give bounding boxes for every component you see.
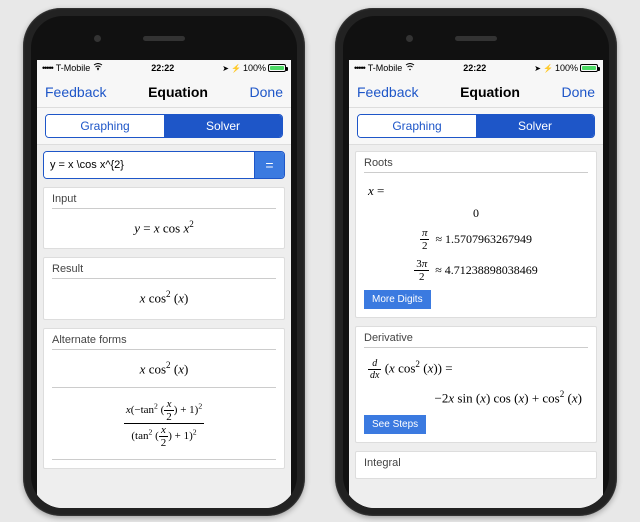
- card-roots: Roots x = 0 π2 ≈ 1.5707963267949 3π2 ≈ 4…: [355, 151, 597, 318]
- feedback-button[interactable]: Feedback: [357, 84, 418, 100]
- equation-input[interactable]: [44, 152, 254, 178]
- card-derivative: Derivative ddx (x cos2 (x)) = −2x sin (x…: [355, 326, 597, 442]
- evaluate-button[interactable]: =: [254, 152, 284, 178]
- section-title-integral: Integral: [364, 457, 588, 472]
- tab-solver[interactable]: Solver: [164, 115, 282, 137]
- derivative-rhs: −2x sin (x) cos (x) + cos2 (x): [364, 385, 588, 410]
- card-integral: Integral: [355, 451, 597, 479]
- math-input: y = x cos x2: [52, 215, 276, 240]
- location-icon: ➤: [222, 64, 229, 73]
- mode-segmented-control: Graphing Solver: [45, 114, 283, 138]
- mode-segmented-control: Graphing Solver: [357, 114, 595, 138]
- bluetooth-icon: ⚡: [543, 64, 553, 73]
- tab-graphing[interactable]: Graphing: [358, 115, 476, 137]
- wifi-icon: [405, 63, 415, 73]
- status-bar: ••••• T-Mobile 22:22 ➤ ⚡ 100%: [349, 60, 603, 76]
- section-title-alternate: Alternate forms: [52, 334, 276, 350]
- math-alt-2: x(−tan2 (x2) + 1)2 (tan2 (x2) + 1)2: [52, 394, 276, 453]
- math-alt-1: x cos2 (x): [52, 356, 276, 381]
- location-icon: ➤: [534, 64, 541, 73]
- roots-x-label: x =: [364, 179, 588, 203]
- bluetooth-icon: ⚡: [231, 64, 241, 73]
- card-result: Result x cos2 (x): [43, 257, 285, 319]
- phone-right: ••••• T-Mobile 22:22 ➤ ⚡ 100% Feedback E…: [335, 8, 617, 516]
- battery-icon: [268, 64, 286, 72]
- status-bar: ••••• T-Mobile 22:22 ➤ ⚡ 100%: [37, 60, 291, 76]
- wifi-icon: [93, 63, 103, 73]
- phone-left: ••••• T-Mobile 22:22 ➤ ⚡ 100% Feedback E…: [23, 8, 305, 516]
- nav-bar: Feedback Equation Done: [349, 76, 603, 108]
- battery-percent: 100%: [243, 63, 266, 73]
- see-steps-button[interactable]: See Steps: [364, 415, 426, 434]
- tab-graphing[interactable]: Graphing: [46, 115, 164, 137]
- tab-solver[interactable]: Solver: [476, 115, 594, 137]
- nav-bar: Feedback Equation Done: [37, 76, 291, 108]
- done-button[interactable]: Done: [250, 84, 283, 100]
- equation-input-row: =: [43, 151, 285, 179]
- derivative-lhs: ddx (x cos2 (x)) =: [364, 354, 588, 385]
- page-title: Equation: [460, 84, 520, 100]
- feedback-button[interactable]: Feedback: [45, 84, 106, 100]
- done-button[interactable]: Done: [562, 84, 595, 100]
- section-title-result: Result: [52, 263, 276, 279]
- section-title-derivative: Derivative: [364, 332, 588, 348]
- math-result: x cos2 (x): [52, 285, 276, 310]
- card-alternate-forms: Alternate forms x cos2 (x) x(−tan2 (x2) …: [43, 328, 285, 470]
- root-0: 0: [364, 203, 588, 224]
- more-digits-button[interactable]: More Digits: [364, 290, 431, 309]
- root-1: π2 ≈ 1.5707963267949: [364, 224, 588, 255]
- signal-dots-icon: •••••: [354, 63, 365, 73]
- card-input: Input y = x cos x2: [43, 187, 285, 249]
- carrier-label: T-Mobile: [368, 63, 403, 73]
- battery-icon: [580, 64, 598, 72]
- battery-percent: 100%: [555, 63, 578, 73]
- carrier-label: T-Mobile: [56, 63, 91, 73]
- section-title-roots: Roots: [364, 157, 588, 173]
- section-title-input: Input: [52, 193, 276, 209]
- root-2: 3π2 ≈ 4.71238898038469: [364, 255, 588, 286]
- page-title: Equation: [148, 84, 208, 100]
- clock: 22:22: [103, 63, 222, 73]
- clock: 22:22: [415, 63, 534, 73]
- signal-dots-icon: •••••: [42, 63, 53, 73]
